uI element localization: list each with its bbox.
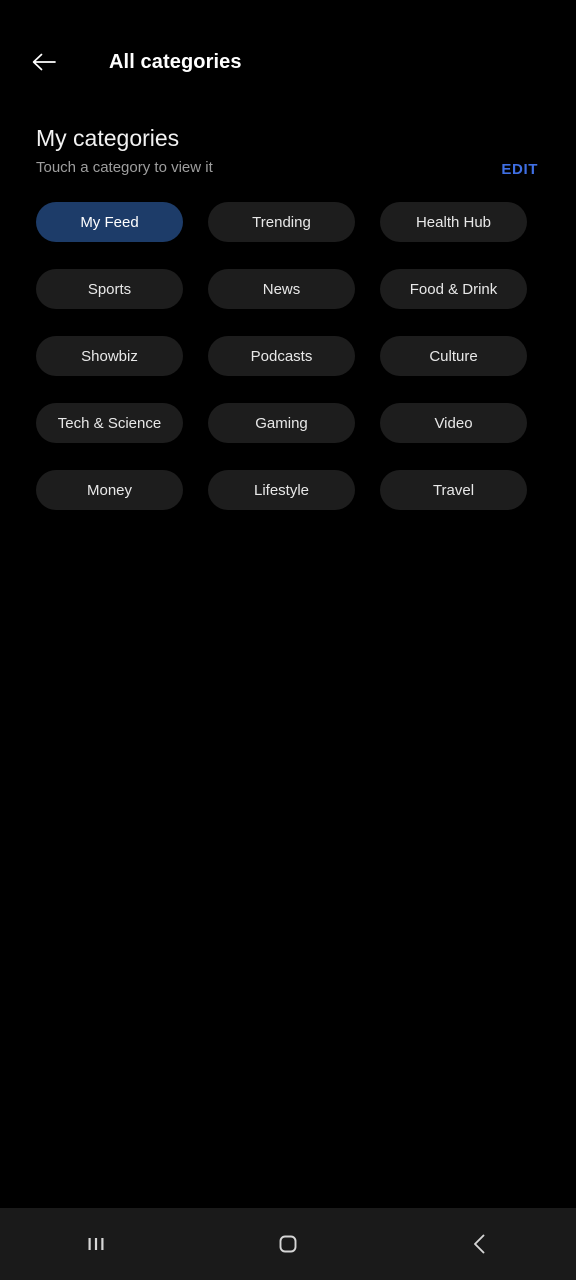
category-chip-video[interactable]: Video	[380, 403, 527, 443]
category-chip-my-feed[interactable]: My Feed	[36, 202, 183, 242]
recents-icon	[82, 1230, 110, 1258]
chip-label: Culture	[429, 347, 478, 365]
chip-label: Podcasts	[250, 347, 313, 365]
section-title-group: My categories Touch a category to view i…	[36, 124, 213, 179]
back-button[interactable]	[22, 40, 66, 84]
category-chip-travel[interactable]: Travel	[380, 470, 527, 510]
category-chip-tech-and-science[interactable]: Tech & Science	[36, 403, 183, 443]
app-bar: All categories	[0, 0, 576, 124]
chip-label: Travel	[432, 481, 475, 499]
chip-label: Gaming	[255, 414, 308, 432]
category-chip-sports[interactable]: Sports	[36, 269, 183, 309]
category-chip-gaming[interactable]: Gaming	[208, 403, 355, 443]
chip-label: Food & Drink	[409, 280, 498, 298]
category-chip-health-hub[interactable]: Health Hub	[380, 202, 527, 242]
category-chip-lifestyle[interactable]: Lifestyle	[208, 470, 355, 510]
arrow-left-icon	[29, 47, 59, 77]
home-button[interactable]	[192, 1208, 384, 1280]
section-subtitle: Touch a category to view it	[36, 159, 213, 176]
my-categories-section: My categories Touch a category to view i…	[0, 124, 576, 510]
category-chip-money[interactable]: Money	[36, 470, 183, 510]
category-chip-podcasts[interactable]: Podcasts	[208, 336, 355, 376]
chip-label: Lifestyle	[253, 481, 310, 499]
category-chip-culture[interactable]: Culture	[380, 336, 527, 376]
chip-label: Trending	[252, 213, 311, 231]
chip-label: News	[262, 280, 301, 298]
home-icon	[274, 1230, 302, 1258]
section-title: My categories	[36, 125, 180, 151]
chevron-left-icon	[466, 1230, 494, 1258]
category-chip-showbiz[interactable]: Showbiz	[36, 336, 183, 376]
category-chip-food-and-drink[interactable]: Food & Drink	[380, 269, 527, 309]
page-title: All categories	[109, 50, 242, 73]
chip-label: Health Hub	[415, 213, 492, 231]
chip-label: Money	[86, 481, 133, 499]
section-header: My categories Touch a category to view i…	[36, 124, 540, 180]
chip-label: Video	[434, 414, 473, 432]
android-navigation-bar	[0, 1208, 576, 1280]
category-chip-grid: My Feed Trending Health Hub Sports News …	[36, 202, 540, 510]
back-nav-button[interactable]	[384, 1208, 576, 1280]
chip-label: Showbiz	[81, 347, 138, 365]
edit-button[interactable]: EDIT	[499, 159, 540, 180]
recents-button[interactable]	[0, 1208, 192, 1280]
chip-label: Tech & Science	[57, 414, 162, 432]
chip-label: My Feed	[80, 213, 139, 231]
category-chip-news[interactable]: News	[208, 269, 355, 309]
chip-label: Sports	[87, 280, 132, 298]
category-chip-trending[interactable]: Trending	[208, 202, 355, 242]
